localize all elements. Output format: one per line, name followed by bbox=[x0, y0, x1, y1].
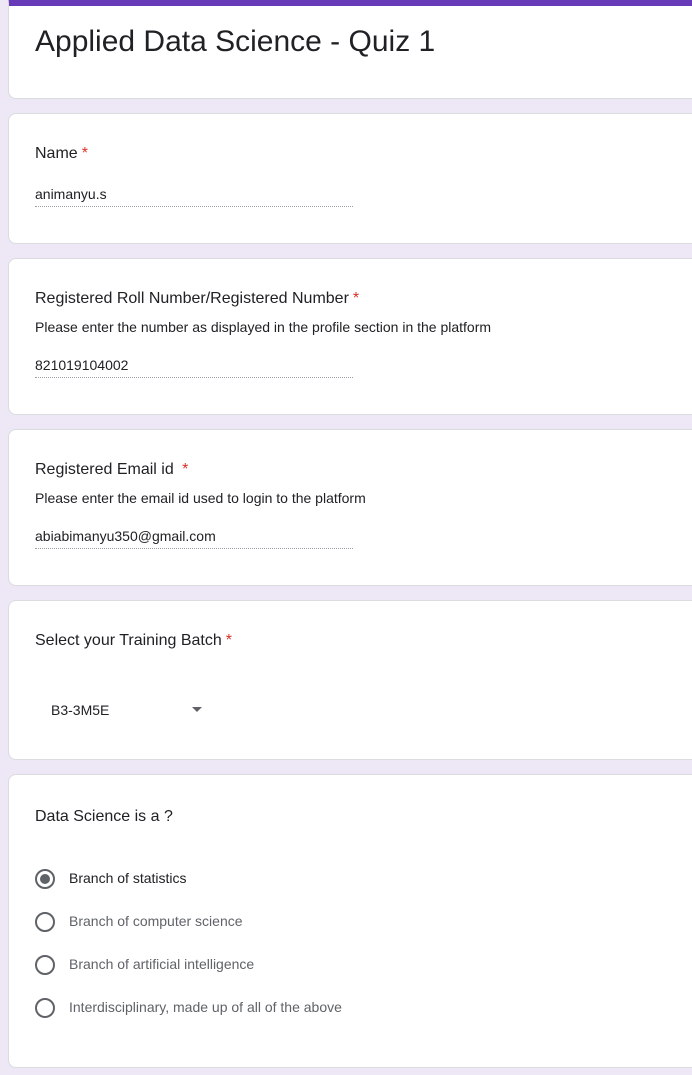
dropdown-arrow-icon bbox=[192, 707, 202, 712]
option-label: Branch of artificial intelligence bbox=[69, 956, 255, 972]
question-name-text: Name bbox=[35, 145, 78, 162]
question-batch-label: Select your Training Batch * bbox=[35, 632, 232, 650]
question-mcq-label: Data Science is a ? bbox=[35, 808, 173, 825]
form-title: Applied Data Science - Quiz 1 bbox=[35, 25, 436, 58]
question-batch-card: Select your Training Batch * B3-3M5E bbox=[8, 600, 692, 760]
training-batch-dropdown[interactable]: B3-3M5E bbox=[35, 693, 215, 727]
question-name-card: Name * animanyu.s bbox=[8, 113, 692, 244]
roll-number-answer-field[interactable]: 821019104002 bbox=[35, 357, 353, 378]
question-roll-description: Please enter the number as displayed in … bbox=[35, 319, 492, 335]
question-name-label: Name * bbox=[35, 145, 88, 163]
question-roll-card: Registered Roll Number/Registered Number… bbox=[8, 258, 692, 415]
question-mcq-card: Data Science is a ? Branch of statistics… bbox=[8, 774, 692, 1068]
name-answer-field[interactable]: animanyu.s bbox=[35, 186, 353, 207]
required-asterisk: * bbox=[182, 461, 189, 478]
question-email-text: Registered Email id bbox=[35, 461, 179, 478]
question-batch-text: Select your Training Batch bbox=[35, 632, 222, 649]
required-asterisk: * bbox=[81, 145, 88, 162]
question-roll-text: Registered Roll Number/Registered Number bbox=[35, 290, 349, 307]
question-email-label: Registered Email id * bbox=[35, 461, 188, 479]
radio-unchecked-icon[interactable] bbox=[35, 955, 55, 975]
option-label: Branch of statistics bbox=[69, 870, 187, 886]
question-email-description: Please enter the email id used to login … bbox=[35, 490, 366, 506]
email-answer-field[interactable]: abiabimanyu350@gmail.com bbox=[35, 528, 353, 549]
option-label: Branch of computer science bbox=[69, 913, 243, 929]
training-batch-selected-value: B3-3M5E bbox=[51, 702, 110, 718]
form-title-card: Applied Data Science - Quiz 1 bbox=[8, 0, 692, 99]
question-roll-label: Registered Roll Number/Registered Number… bbox=[35, 290, 359, 308]
option-label: Interdisciplinary, made up of all of the… bbox=[69, 999, 342, 1015]
question-email-card: Registered Email id * Please enter the e… bbox=[8, 429, 692, 586]
radio-unchecked-icon[interactable] bbox=[35, 912, 55, 932]
radio-unchecked-icon[interactable] bbox=[35, 998, 55, 1018]
required-asterisk: * bbox=[225, 632, 232, 649]
radio-checked-icon[interactable] bbox=[35, 869, 55, 889]
required-asterisk: * bbox=[352, 290, 360, 307]
